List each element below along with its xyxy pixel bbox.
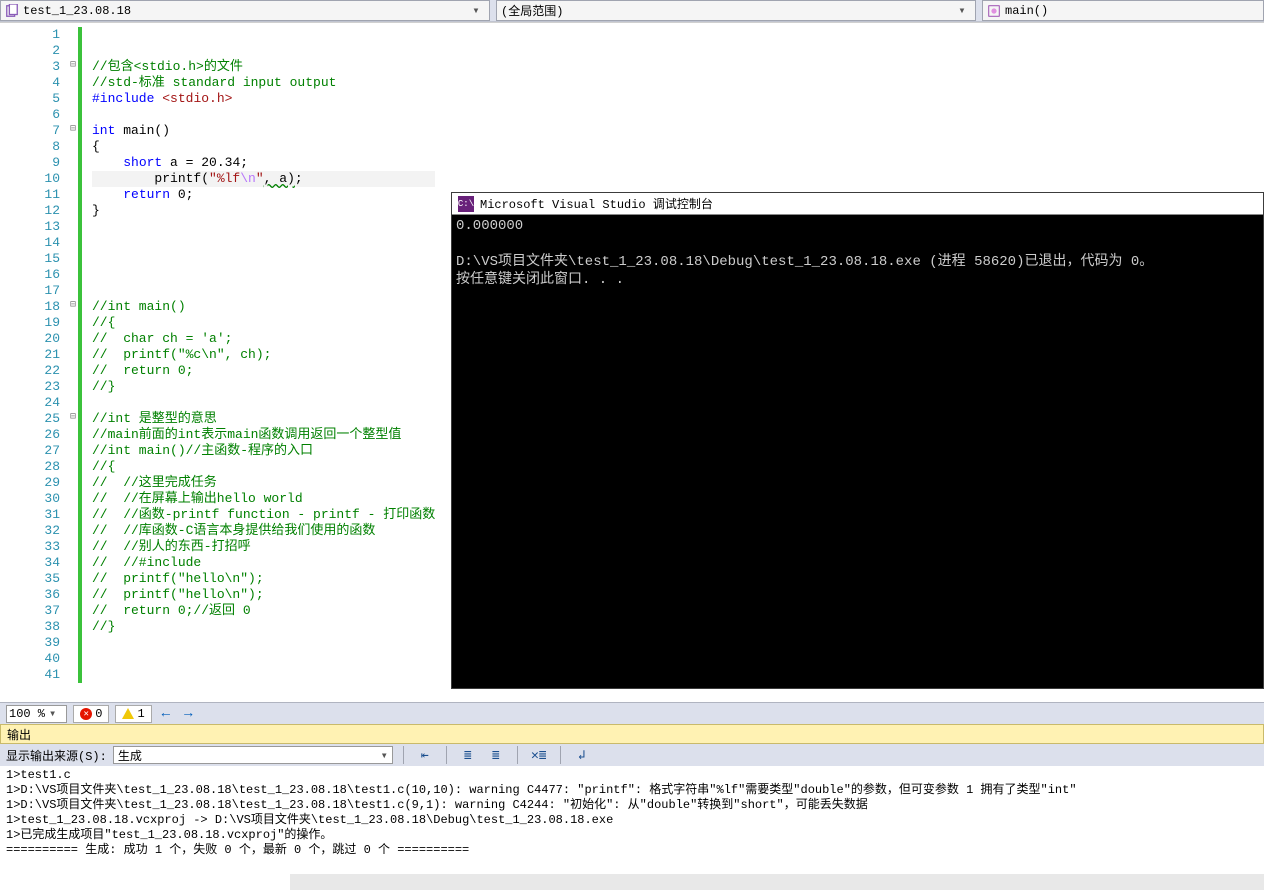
fold-toggle[interactable]: ⊟ [68, 123, 78, 135]
toggle-wrap-icon[interactable]: ↲ [571, 745, 593, 765]
go-to-prev-icon[interactable]: ⇤ [414, 745, 436, 765]
change-bar [78, 27, 82, 683]
code-content[interactable]: //包含<stdio.h>的文件//std-标准 standard input … [92, 27, 435, 683]
breadcrumb-function-label: main() [1005, 4, 1048, 18]
vs-icon: C:\ [458, 196, 474, 212]
breadcrumb-bar: test_1_23.08.18 ▾ (全局范围) ▾ main() [0, 0, 1264, 22]
breadcrumb-function[interactable]: main() [982, 0, 1264, 21]
fold-toggle[interactable]: ⊟ [68, 59, 78, 71]
debug-console-title: Microsoft Visual Studio 调试控制台 [480, 195, 713, 212]
indent-left-icon[interactable]: ≣ [457, 745, 479, 765]
breadcrumb-file-label: test_1_23.08.18 [23, 4, 131, 18]
nav-back-button[interactable]: ← [158, 706, 174, 722]
output-source-selector[interactable]: 生成▾ [113, 746, 393, 764]
output-source-label: 显示输出来源(S): [6, 747, 107, 764]
editor-status-bar: 100 % ▾ ✕0 1 ← → [0, 702, 1264, 724]
function-icon [987, 4, 1001, 18]
file-icon [5, 4, 19, 18]
warning-icon [122, 708, 134, 719]
clear-icon[interactable]: ✕≣ [528, 745, 550, 765]
debug-console-window[interactable]: C:\ Microsoft Visual Studio 调试控制台 0.0000… [451, 192, 1264, 689]
zoom-selector[interactable]: 100 % ▾ [6, 705, 67, 723]
chevron-down-icon[interactable]: ▾ [953, 3, 971, 18]
error-count[interactable]: ✕0 [73, 705, 109, 723]
line-number-gutter: 1234567891011121314151617181920212223242… [0, 23, 68, 683]
output-panel-body[interactable]: 1>test1.c 1>D:\VS项目文件夹\test_1_23.08.18\t… [0, 766, 1264, 890]
output-panel-header[interactable]: 输出 [0, 724, 1264, 744]
chevron-down-icon[interactable]: ▾ [467, 3, 485, 18]
debug-console-body[interactable]: 0.000000 D:\VS项目文件夹\test_1_23.08.18\Debu… [452, 215, 1263, 291]
horizontal-scrollbar[interactable] [290, 874, 1264, 890]
breadcrumb-scope-label: (全局范围) [501, 2, 563, 19]
nav-forward-button[interactable]: → [180, 706, 196, 722]
fold-toggle[interactable]: ⊟ [68, 411, 78, 423]
indent-right-icon[interactable]: ≣ [485, 745, 507, 765]
breadcrumb-file[interactable]: test_1_23.08.18 ▾ [0, 0, 490, 21]
output-toolbar: 显示输出来源(S): 生成▾ ⇤ ≣ ≣ ✕≣ ↲ [0, 744, 1264, 766]
error-icon: ✕ [80, 708, 92, 720]
warning-count[interactable]: 1 [115, 705, 151, 723]
fold-toggle[interactable]: ⊟ [68, 299, 78, 311]
debug-console-titlebar[interactable]: C:\ Microsoft Visual Studio 调试控制台 [452, 193, 1263, 215]
breadcrumb-scope[interactable]: (全局范围) ▾ [496, 0, 976, 21]
